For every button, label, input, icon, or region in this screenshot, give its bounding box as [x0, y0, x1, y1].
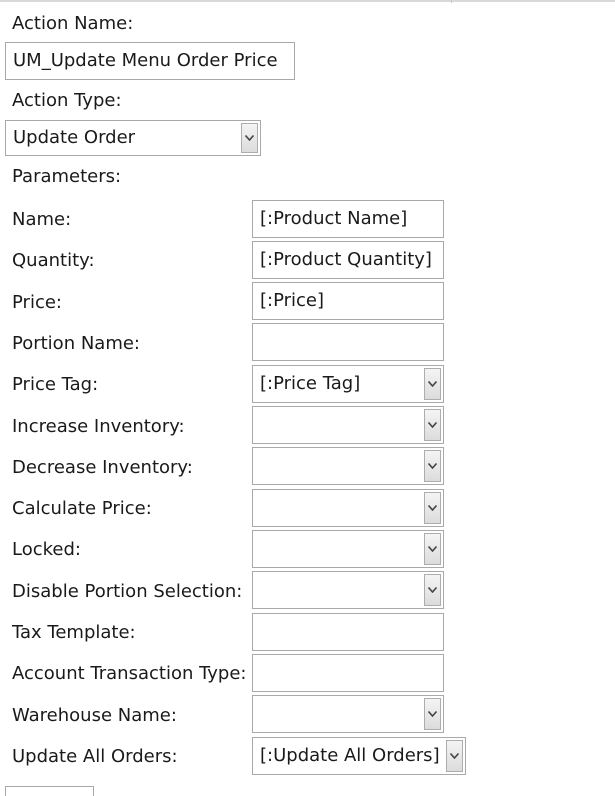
- param-warehouse-name-select[interactable]: [252, 695, 444, 733]
- param-name-value: [:Product Name]: [260, 208, 408, 229]
- action-name-value: UM_Update Menu Order Price: [13, 50, 278, 71]
- param-increase-inventory-select[interactable]: [252, 406, 444, 444]
- partially-visible-button[interactable]: [5, 786, 94, 796]
- param-label-quantity: Quantity:: [12, 250, 95, 271]
- param-decrease-inventory-select[interactable]: [252, 447, 444, 485]
- param-label-portion-name: Portion Name:: [12, 333, 140, 354]
- column-splitter[interactable]: [451, 0, 452, 3]
- chevron-down-icon[interactable]: [241, 123, 258, 153]
- param-label-tax-template: Tax Template:: [12, 622, 136, 643]
- chevron-down-icon[interactable]: [424, 533, 441, 565]
- param-label-price-tag: Price Tag:: [12, 374, 99, 395]
- action-type-select[interactable]: Update Order: [5, 120, 261, 156]
- param-quantity-value: [:Product Quantity]: [260, 249, 432, 270]
- param-label-price: Price:: [12, 292, 62, 313]
- chevron-down-icon[interactable]: [424, 698, 441, 730]
- param-portion-name-input[interactable]: [252, 323, 444, 361]
- param-update-all-orders-value: [:Update All Orders]: [260, 745, 440, 766]
- param-locked-select[interactable]: [252, 530, 444, 568]
- top-border: [0, 0, 615, 2]
- param-label-locked: Locked:: [12, 539, 81, 560]
- param-price-tag-value: [:Price Tag]: [260, 373, 361, 394]
- param-name-input[interactable]: [:Product Name]: [252, 200, 444, 238]
- param-label-increase-inventory: Increase Inventory:: [12, 416, 185, 437]
- chevron-down-icon[interactable]: [424, 574, 441, 606]
- param-disable-portion-selection-select[interactable]: [252, 571, 444, 609]
- param-tax-template-input[interactable]: [252, 613, 444, 651]
- chevron-down-icon[interactable]: [424, 409, 441, 441]
- param-price-tag-select[interactable]: [:Price Tag]: [252, 365, 444, 403]
- param-quantity-input[interactable]: [:Product Quantity]: [252, 241, 444, 279]
- chevron-down-icon[interactable]: [424, 492, 441, 524]
- chevron-down-icon[interactable]: [424, 450, 441, 482]
- param-label-decrease-inventory: Decrease Inventory:: [12, 457, 193, 478]
- param-label-disable-portion-selection: Disable Portion Selection:: [12, 581, 243, 602]
- action-name-label: Action Name:: [12, 13, 134, 34]
- param-update-all-orders-select[interactable]: [:Update All Orders]: [252, 737, 466, 775]
- param-label-update-all-orders: Update All Orders:: [12, 746, 178, 767]
- action-type-label: Action Type:: [12, 90, 122, 111]
- param-account-transaction-type-input[interactable]: [252, 654, 444, 692]
- param-label-warehouse-name: Warehouse Name:: [12, 705, 177, 726]
- chevron-down-icon[interactable]: [446, 740, 463, 772]
- param-label-account-transaction-type: Account Transaction Type:: [12, 663, 247, 684]
- param-label-calculate-price: Calculate Price:: [12, 498, 152, 519]
- param-price-value: [:Price]: [260, 290, 325, 311]
- param-calculate-price-select[interactable]: [252, 489, 444, 527]
- action-name-input[interactable]: UM_Update Menu Order Price: [5, 42, 295, 80]
- chevron-down-icon[interactable]: [424, 368, 441, 400]
- param-price-input[interactable]: [:Price]: [252, 282, 444, 320]
- parameters-label: Parameters:: [12, 166, 122, 187]
- action-type-value: Update Order: [13, 127, 136, 148]
- param-label-name: Name:: [12, 209, 72, 230]
